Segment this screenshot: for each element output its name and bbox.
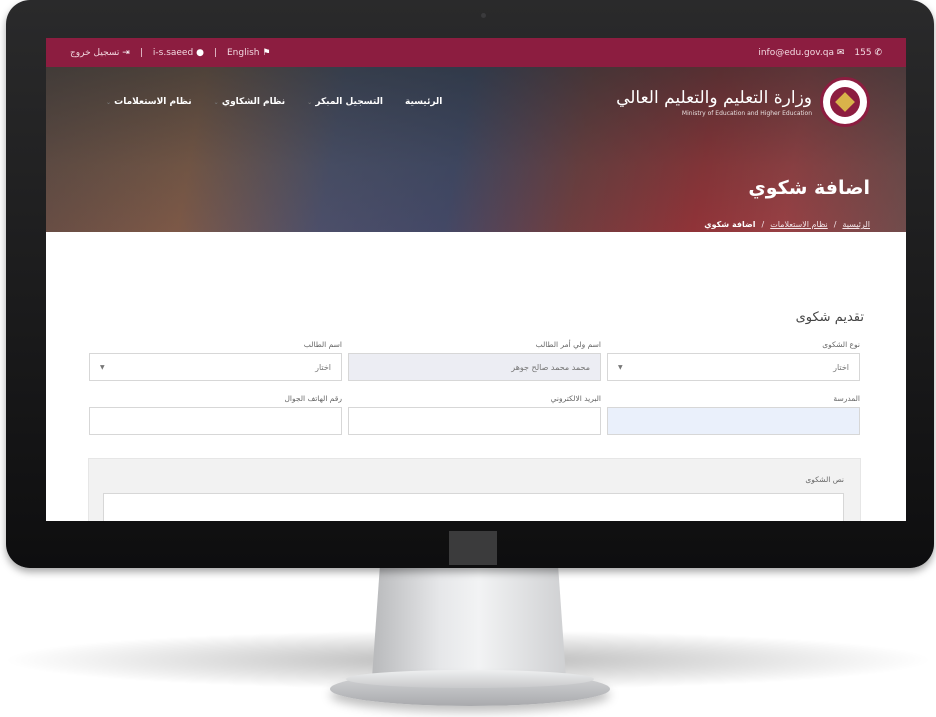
logout-link[interactable]: ⇥ تسجيل خروج (70, 48, 130, 58)
phone-link[interactable]: ✆ 155 (854, 48, 882, 58)
monitor-stand-base-top (346, 670, 594, 688)
monitor-scene: ✆ 155 ✉ info@edu.gov.qa ⚑ English | ● i-… (0, 0, 936, 717)
main-navbar: وزارة التعليم والتعليم العالي Ministry o… (46, 67, 906, 137)
nav-early-registration[interactable]: التسجيل المبكر ⌄ (307, 97, 383, 107)
screen: ✆ 155 ✉ info@edu.gov.qa ⚑ English | ● i-… (46, 38, 906, 521)
chevron-down-icon: ▼ (100, 363, 105, 371)
brand-arabic: وزارة التعليم والتعليم العالي (616, 87, 812, 108)
user-account[interactable]: ● i-s.saeed (153, 48, 204, 58)
complaint-type-label: نوع الشكوى (822, 340, 860, 349)
school-field[interactable] (607, 407, 860, 435)
breadcrumb-current: اضافة شكوي (704, 220, 756, 229)
chevron-down-icon: ⌄ (106, 99, 112, 106)
email-address: info@edu.gov.qa (758, 47, 834, 58)
logout-label: تسجيل خروج (70, 47, 120, 58)
email-field[interactable] (348, 407, 601, 435)
phone-number: 155 (854, 47, 872, 58)
student-name-label: اسم الطالب (303, 340, 342, 349)
hero-banner: وزارة التعليم والتعليم العالي Ministry o… (46, 67, 906, 232)
breadcrumb-home[interactable]: الرئيسية (842, 220, 870, 229)
complaint-text-panel: نص الشكوى (88, 458, 861, 521)
breadcrumb-separator: / (833, 220, 837, 229)
student-name-value: اختار (315, 362, 331, 372)
form-section-title: تقديم شكوى (795, 310, 864, 325)
page-title: اضافة شكوي (748, 177, 870, 199)
guardian-name-field: محمد محمد صالح جوهر (348, 353, 601, 381)
breadcrumb-separator: / (761, 220, 765, 229)
emblem-logo (820, 77, 870, 127)
complaint-type-select[interactable]: اختار ▼ (607, 353, 860, 381)
language-switch[interactable]: ⚑ English (227, 48, 270, 58)
main-menu: الرئيسية التسجيل المبكر ⌄ نظام الشكاوي ⌄… (106, 97, 442, 107)
school-label: المدرسة (833, 394, 860, 403)
chevron-down-icon: ⌄ (307, 99, 313, 106)
complaint-text-area[interactable] (103, 493, 844, 521)
guardian-name-label: اسم ولي أمر الطالب (535, 340, 601, 349)
nav-inquiries[interactable]: نظام الاستعلامات ⌄ (106, 97, 192, 107)
nav-complaints[interactable]: نظام الشكاوي ⌄ (214, 97, 286, 107)
monitor-stand-neck (372, 568, 566, 678)
separator: | (213, 47, 217, 58)
user-icon: ● (196, 47, 204, 58)
monitor-logo-block (449, 531, 497, 565)
form-content: تقديم شكوى نوع الشكوى اسم ولي أمر الطالب… (46, 232, 906, 521)
guardian-name-value: محمد محمد صالح جوهر (511, 362, 590, 372)
nav-inquiries-label: نظام الاستعلامات (114, 97, 192, 107)
brand[interactable]: وزارة التعليم والتعليم العالي Ministry o… (616, 77, 870, 127)
account-group: ⚑ English | ● i-s.saeed | ⇥ تسجيل خروج (70, 48, 270, 58)
brand-english: Ministry of Education and Higher Educati… (681, 109, 812, 117)
emblem-star (835, 92, 855, 112)
camera-dot (481, 13, 486, 18)
student-name-select[interactable]: اختار ▼ (89, 353, 342, 381)
phone-icon: ✆ (874, 47, 882, 58)
nav-complaints-label: نظام الشكاوي (221, 97, 286, 107)
email-icon: ✉ (836, 47, 845, 58)
emblem-inner (830, 87, 860, 117)
breadcrumb-inquiries[interactable]: نظام الاستعلامات (770, 220, 828, 229)
language-label: English (226, 47, 260, 58)
nav-home[interactable]: الرئيسية (405, 97, 442, 107)
email-link[interactable]: ✉ info@edu.gov.qa (758, 48, 844, 58)
brand-text: وزارة التعليم والتعليم العالي Ministry o… (616, 88, 812, 117)
email-label: البريد الالكتروني (550, 394, 601, 403)
mobile-label: رقم الهاتف الجوال (284, 394, 342, 403)
separator: | (139, 47, 143, 58)
nav-early-registration-label: التسجيل المبكر (315, 97, 383, 107)
top-bar: ✆ 155 ✉ info@edu.gov.qa ⚑ English | ● i-… (46, 38, 906, 67)
chevron-down-icon: ▼ (618, 363, 623, 371)
contact-group: ✆ 155 ✉ info@edu.gov.qa (758, 48, 882, 58)
complaint-text-label: نص الشكوى (805, 475, 844, 484)
language-flag-icon: ⚑ (262, 47, 271, 58)
mobile-field[interactable] (89, 407, 342, 435)
chevron-down-icon: ⌄ (213, 99, 219, 106)
logout-icon: ⇥ (122, 47, 130, 58)
complaint-type-value: اختار (833, 362, 849, 372)
user-name: i-s.saeed (152, 47, 194, 58)
breadcrumb: الرئيسية / نظام الاستعلامات / اضافة شكوي (704, 220, 870, 229)
